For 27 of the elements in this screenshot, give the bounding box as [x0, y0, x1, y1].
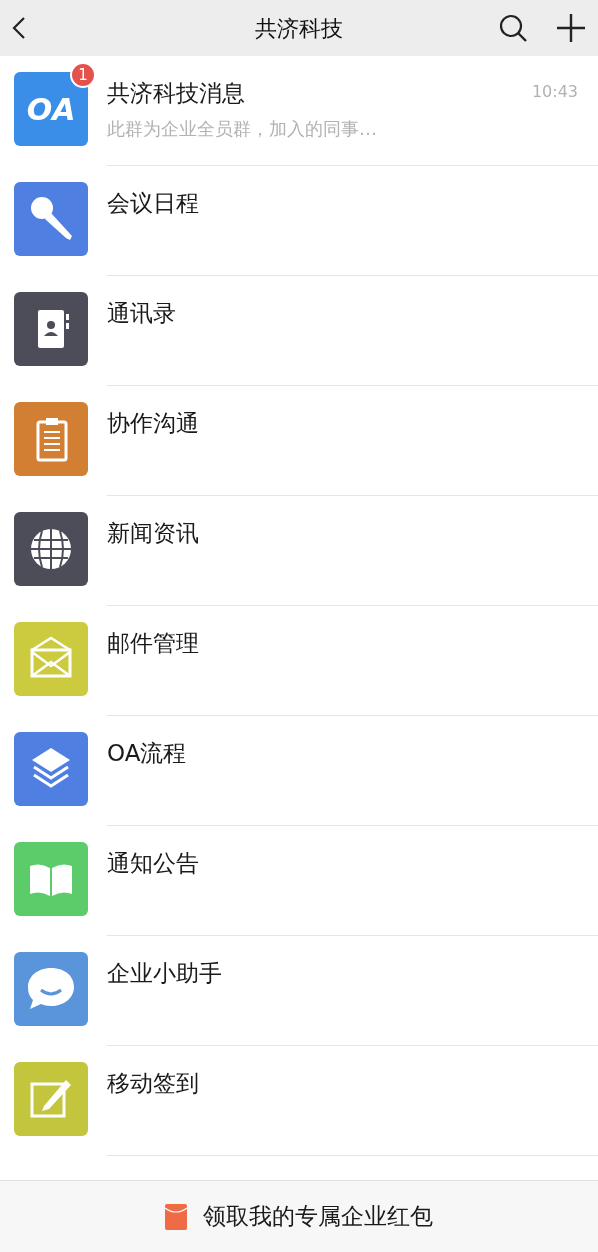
open-book-icon [30, 864, 72, 896]
search-icon[interactable] [498, 13, 528, 43]
gift-packet-link[interactable]: 领取我的专属企业红包 [203, 1199, 433, 1234]
item-title[interactable]: 邮件管理 [107, 626, 199, 661]
globe-icon [30, 528, 72, 570]
clipboard-icon [36, 418, 68, 462]
message-preview: 此群为企业全员群，加入的同事… [107, 116, 378, 141]
layers-icon [32, 748, 70, 788]
add-icon[interactable] [556, 13, 586, 43]
item-title[interactable]: 协作沟通 [107, 406, 199, 441]
item-title[interactable]: 通知公告 [107, 846, 199, 881]
item-title[interactable]: 移动签到 [107, 1066, 199, 1101]
page-title: 共济科技 [255, 14, 343, 43]
item-title[interactable]: 会议日程 [107, 186, 199, 221]
item-title[interactable]: 通讯录 [107, 296, 176, 331]
edit-icon [30, 1080, 71, 1118]
unread-badge: 1 [70, 62, 96, 88]
item-title[interactable]: 新闻资讯 [107, 516, 199, 551]
chat-bubble-icon [28, 968, 74, 1009]
item-title[interactable]: 企业小助手 [107, 956, 222, 991]
item-title[interactable]: OA流程 [107, 736, 187, 771]
envelope-icon [165, 1203, 187, 1230]
envelope-icon [30, 636, 72, 678]
address-book-icon [38, 310, 69, 348]
microphone-icon [31, 197, 72, 240]
item-title[interactable]: 共济科技消息 [107, 76, 245, 111]
timestamp: 10:43 [531, 81, 578, 103]
